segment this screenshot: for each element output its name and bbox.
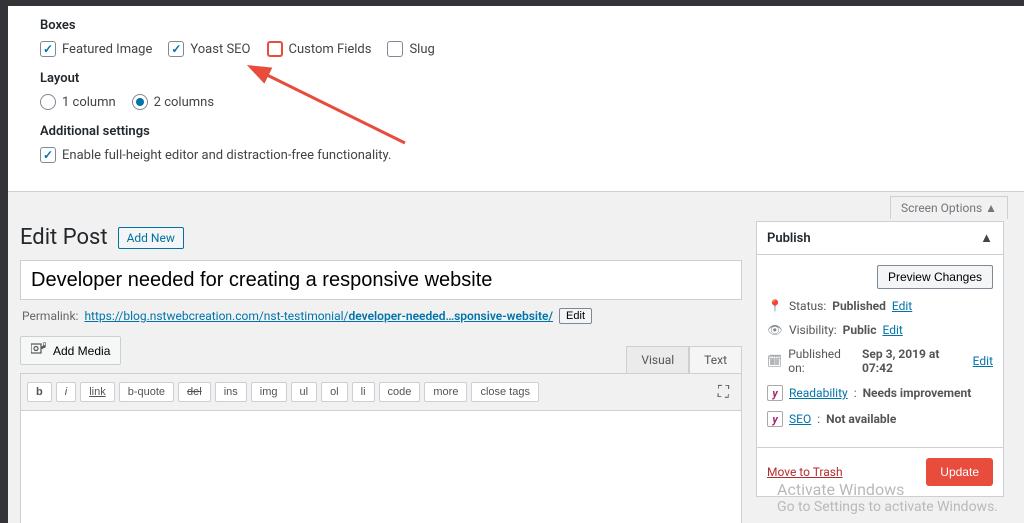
camera-music-icon [31,342,47,359]
yoast-seo-icon: y [767,411,783,427]
checkbox-slug[interactable]: Slug [387,41,434,57]
visibility-row: 👁 Visibility: Public Edit [767,323,993,337]
publish-heading: Publish [767,231,811,246]
calendar-icon: 🗓 [767,354,782,368]
checkbox-label: Enable full-height editor and distractio… [62,148,391,163]
additional-row: Enable full-height editor and distractio… [40,147,1004,163]
checkbox-label: Yoast SEO [190,42,250,57]
qt-ol[interactable]: ol [321,382,348,402]
checkbox-label: Custom Fields [289,42,372,57]
additional-heading: Additional settings [40,124,1004,139]
radio-icon [132,94,148,110]
screen-options-panel: Boxes Featured Image Yoast SEO Custom Fi… [8,6,1024,192]
qt-code[interactable]: code [379,382,421,402]
published-row: 🗓 Published on: Sep 3, 2019 at 07:42 Edi… [767,347,993,375]
checkbox-full-height-editor[interactable]: Enable full-height editor and distractio… [40,147,391,163]
screen-options-toggle[interactable]: Screen Options ▲ [890,196,1008,219]
readability-link[interactable]: Readability [789,386,848,400]
seo-value: Not available [826,412,896,426]
quicktags-toolbar: b i link b-quote del ins img ul ol li co… [20,373,742,411]
checkbox-icon [267,41,283,57]
boxes-heading: Boxes [40,18,1004,33]
chevron-up-icon[interactable]: ▲ [980,230,993,246]
radio-icon [40,94,56,110]
radio-2-columns[interactable]: 2 columns [132,94,214,110]
checkbox-icon [40,41,56,57]
checkbox-icon [168,41,184,57]
status-edit-link[interactable]: Edit [892,299,912,313]
checkbox-label: Featured Image [62,42,152,57]
screen-options-actions: Screen Options ▲ [8,192,1024,221]
checkbox-custom-fields[interactable]: Custom Fields [267,41,372,57]
qt-b[interactable]: b [27,382,52,402]
checkbox-featured-image[interactable]: Featured Image [40,41,152,57]
readability-row: y Readability: Needs improvement [767,385,993,401]
radio-label: 2 columns [154,95,214,110]
qt-bquote[interactable]: b-quote [119,382,174,402]
pin-icon: 📍 [767,299,783,313]
status-row: 📍 Status: Published Edit [767,299,993,313]
add-media-label: Add Media [53,344,110,358]
published-edit-link[interactable]: Edit [973,354,993,368]
seo-link[interactable]: SEO [789,412,811,426]
permalink-row: Permalink: https://blog.nstwebcreation.c… [22,308,742,324]
checkbox-label: Slug [409,42,434,57]
qt-i[interactable]: i [56,382,76,402]
add-media-button[interactable]: Add Media [20,336,121,365]
published-label: Published on: [788,347,856,375]
published-value: Sep 3, 2019 at 07:42 [862,347,967,375]
move-to-trash-link[interactable]: Move to Trash [767,465,843,479]
layout-heading: Layout [40,71,1004,86]
status-value: Published [832,299,886,313]
visibility-edit-link[interactable]: Edit [882,323,902,337]
visibility-label: Visibility: [789,323,837,337]
update-button[interactable]: Update [926,458,993,486]
preview-changes-button[interactable]: Preview Changes [877,265,993,289]
add-new-button[interactable]: Add New [118,227,184,249]
qt-li[interactable]: li [352,382,375,402]
eye-icon: 👁 [767,323,783,337]
editor-textarea[interactable] [20,411,742,523]
qt-ins[interactable]: ins [215,382,247,402]
status-label: Status: [789,299,826,313]
qt-img[interactable]: img [251,382,287,402]
qt-close-tags[interactable]: close tags [471,382,539,402]
qt-link[interactable]: link [80,382,115,402]
visibility-value: Public [843,323,877,337]
layout-row: 1 column 2 columns [40,94,1004,110]
publish-metabox: Publish ▲ Preview Changes 📍 Status: Publ… [756,221,1004,497]
boxes-row: Featured Image Yoast SEO Custom Fields S… [40,41,1004,57]
tab-visual[interactable]: Visual [626,346,689,373]
radio-1-column[interactable]: 1 column [40,94,116,110]
permalink-label: Permalink: [22,309,78,323]
radio-label: 1 column [62,95,116,110]
page-title: Edit Post [20,225,108,250]
seo-row: y SEO: Not available [767,411,993,427]
qt-more[interactable]: more [424,382,467,402]
qt-del[interactable]: del [178,382,211,402]
permalink-link[interactable]: https://blog.nstwebcreation.com/nst-test… [84,309,553,323]
tab-text[interactable]: Text [689,346,742,373]
checkbox-icon [40,147,56,163]
fullscreen-icon[interactable]: ⛶ [712,380,735,404]
qt-ul[interactable]: ul [291,382,318,402]
checkbox-icon [387,41,403,57]
readability-value: Needs improvement [863,386,972,400]
permalink-edit-button[interactable]: Edit [559,308,592,324]
post-title-input[interactable] [20,260,742,300]
yoast-readability-icon: y [767,385,783,401]
checkbox-yoast-seo[interactable]: Yoast SEO [168,41,250,57]
